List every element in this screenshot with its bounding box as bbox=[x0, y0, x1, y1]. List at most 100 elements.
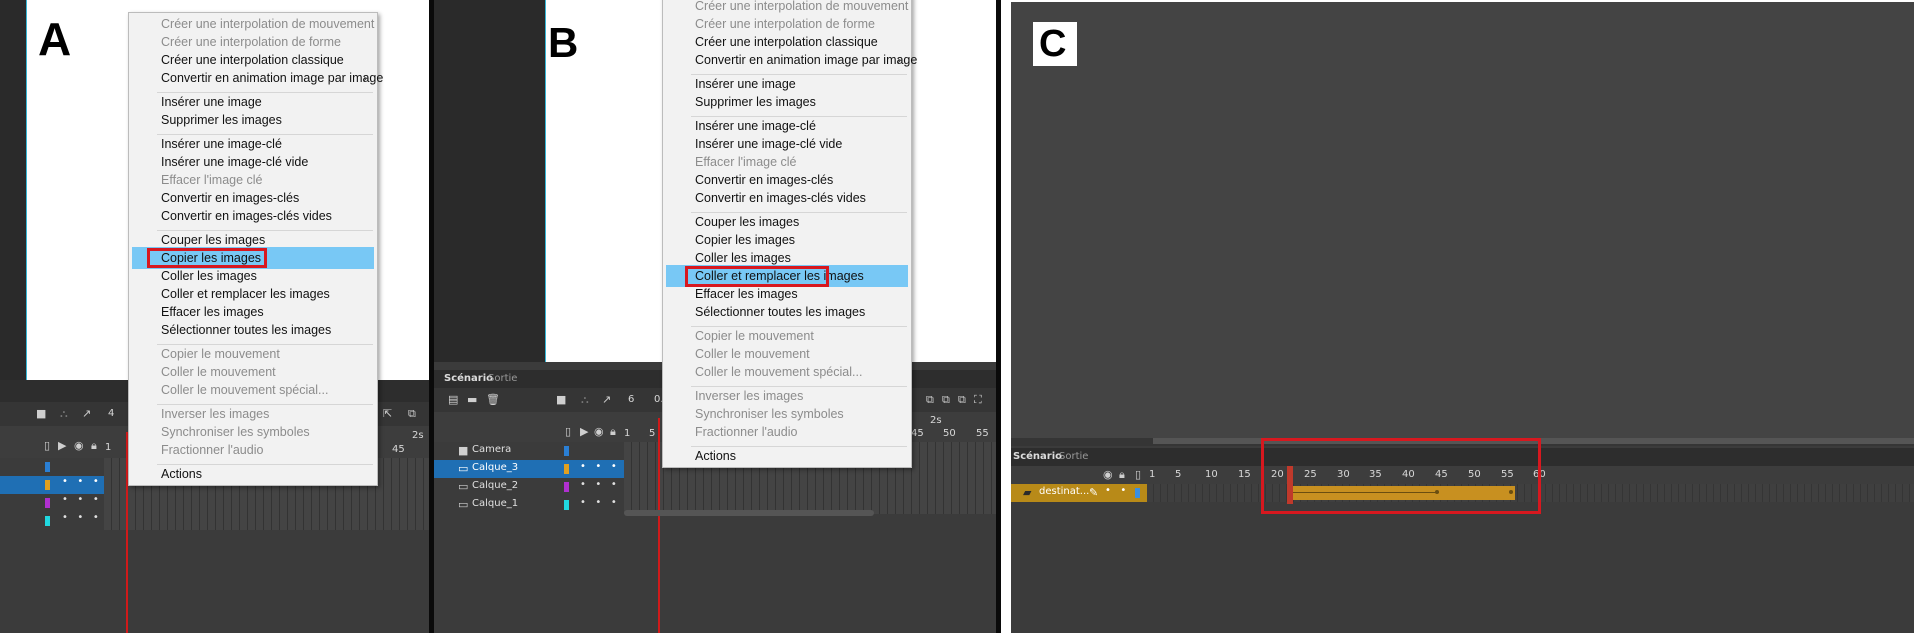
layer-color bbox=[45, 480, 50, 490]
stage-left-margin bbox=[0, 0, 26, 380]
lock-icon[interactable]: 🔒︎ bbox=[91, 440, 97, 451]
layer-row-selected[interactable]: ▭ Calque_3 • • • bbox=[434, 460, 624, 478]
outline-icon[interactable]: ▯ bbox=[1135, 469, 1141, 480]
layer-name: Calque_1 bbox=[472, 498, 519, 509]
layer-color bbox=[564, 446, 569, 456]
camera-icon[interactable]: ▶ bbox=[58, 440, 66, 451]
menu-item-convert-to-blank-keyframes[interactable]: Convertir en images-clés vides bbox=[663, 187, 911, 209]
outline-icon[interactable]: ▯ bbox=[44, 440, 50, 451]
onion-skin-icon[interactable]: ⧉ bbox=[926, 394, 934, 405]
eye-icon[interactable]: ◉ bbox=[594, 426, 604, 437]
menu-item-remove-frames[interactable]: Supprimer les images bbox=[129, 109, 377, 131]
lock-icon[interactable]: 🔒︎ bbox=[610, 426, 616, 437]
panel-label: A bbox=[38, 13, 72, 65]
frame-number: 4 bbox=[108, 408, 115, 419]
panel-label: B bbox=[548, 19, 579, 66]
panel-label: C bbox=[1039, 23, 1067, 65]
chevron-right-icon: › bbox=[363, 71, 367, 85]
ruler-frame-5: 5 bbox=[1175, 469, 1182, 480]
layer-color bbox=[564, 464, 569, 474]
layer-icon: ▭ bbox=[458, 498, 469, 511]
camera-icon[interactable]: ▶ bbox=[580, 426, 588, 437]
ruler-time-2s: 2s bbox=[412, 430, 424, 441]
tab-scenario[interactable]: Scénario bbox=[444, 373, 493, 384]
layer-row[interactable]: ▭ Calque_1 • • • bbox=[434, 496, 624, 514]
onion-skin-outline-icon[interactable]: ⧉ bbox=[942, 394, 950, 405]
ruler-frame-1: 1 bbox=[624, 428, 631, 439]
edit-multiple-icon[interactable]: ⧉ bbox=[958, 394, 966, 405]
frame-number: 6 bbox=[628, 394, 635, 405]
highlight-box bbox=[147, 248, 267, 268]
playhead[interactable] bbox=[658, 418, 660, 633]
layer-color bbox=[564, 500, 569, 510]
menu-item-label: Convertir en animation image par image bbox=[695, 53, 918, 67]
layer-name: Calque_2 bbox=[472, 480, 519, 491]
menu-item-paste-motion-special: Coller le mouvement spécial... bbox=[161, 383, 329, 397]
layer-row[interactable]: ▭ Calque_2 • • • bbox=[434, 478, 624, 496]
onion-skin-icon[interactable]: ⧉ bbox=[408, 408, 416, 419]
ruler-frame-1: 1 bbox=[105, 442, 112, 453]
graph-icon[interactable]: ↗ bbox=[602, 394, 611, 405]
menu-item-convert-frame-by-frame[interactable]: Convertir en animation image par image › bbox=[663, 49, 917, 71]
folder-icon[interactable]: ▬ bbox=[467, 394, 477, 405]
layer-name: Calque_3 bbox=[472, 462, 519, 473]
ruler-frame-45: 45 bbox=[392, 444, 405, 455]
panel-c: C Scénario Sortie ◉ 🔒︎ ▯ 1 5 10 15 20 25… bbox=[1001, 0, 1914, 633]
menu-item-convert-frame-by-frame[interactable]: Convertir en animation image par image › bbox=[129, 67, 383, 89]
layer-icon: ▰ bbox=[1023, 486, 1032, 499]
layer-color bbox=[45, 516, 50, 526]
tab-sortie[interactable]: Sortie bbox=[488, 373, 517, 384]
menu-item-paste-motion-special: Coller le mouvement spécial... bbox=[695, 365, 863, 379]
layer-name: destinat... bbox=[1039, 486, 1090, 497]
lock-icon[interactable]: 🔒︎ bbox=[1119, 469, 1125, 480]
ruler-frame-10: 10 bbox=[1205, 469, 1218, 480]
eye-icon[interactable]: ◉ bbox=[1103, 469, 1113, 480]
graph-icon[interactable]: ↗ bbox=[82, 408, 91, 419]
camera-layer-icon: ■ bbox=[458, 444, 469, 457]
panel-a: A ■ ⛬ ↗ 4 ⇱ ⧉ ▯ ▶ ◉ 🔒︎ 1 2s 45 • • • • •… bbox=[0, 0, 430, 633]
menu-item-label: Convertir en animation image par image bbox=[161, 71, 384, 85]
layer-parenting-icon[interactable]: ⛬ bbox=[581, 394, 589, 405]
layer-color bbox=[564, 482, 569, 492]
layer-parenting-icon[interactable]: ⛬ bbox=[60, 408, 68, 419]
menu-item-convert-to-blank-keyframes[interactable]: Convertir en images-clés vides bbox=[129, 205, 377, 227]
layer-icon: ▭ bbox=[458, 480, 469, 493]
tab-scenario[interactable]: Scénario bbox=[1013, 451, 1062, 462]
outline-icon[interactable]: ▯ bbox=[565, 426, 571, 437]
menu-item-actions[interactable]: Actions bbox=[663, 445, 911, 467]
layer-icon: ▭ bbox=[458, 462, 469, 475]
layer-color bbox=[45, 498, 50, 508]
ruler-frame-5: 5 bbox=[649, 428, 656, 439]
menu-item-remove-frames[interactable]: Supprimer les images bbox=[663, 91, 911, 113]
ruler-time-2s: 2s bbox=[930, 415, 942, 426]
new-layer-icon[interactable]: ▤ bbox=[448, 394, 458, 405]
menu-item-select-all-frames[interactable]: Sélectionner toutes les images bbox=[663, 301, 911, 323]
timeline-scrollbar[interactable] bbox=[624, 510, 874, 516]
layer-row-selected[interactable]: ▰ destinat... ✎ • • bbox=[1011, 484, 1147, 502]
export-icon[interactable]: ⇱ bbox=[383, 408, 392, 419]
pencil-icon[interactable]: ✎ bbox=[1089, 487, 1098, 498]
menu-item-split-audio: Fractionner l'audio bbox=[161, 443, 264, 457]
ruler-frame-1: 1 bbox=[1149, 469, 1156, 480]
highlight-box bbox=[685, 266, 829, 287]
stage-left-margin bbox=[434, 0, 545, 362]
eye-icon[interactable]: ◉ bbox=[74, 440, 84, 451]
ruler-frame-45: 45 bbox=[911, 428, 924, 439]
menu-item-actions[interactable]: Actions bbox=[129, 463, 377, 485]
highlight-box bbox=[1261, 438, 1541, 514]
tab-sortie[interactable]: Sortie bbox=[1059, 451, 1088, 462]
layer-row-selected[interactable]: • • • bbox=[0, 476, 104, 494]
ruler-frame-15: 15 bbox=[1238, 469, 1251, 480]
menu-item-select-all-frames[interactable]: Sélectionner toutes les images bbox=[129, 319, 377, 341]
layer-color bbox=[45, 462, 50, 472]
context-menu: Créer une interpolation de mouvement Cré… bbox=[662, 0, 917, 468]
trash-icon[interactable]: 🗑︎ bbox=[486, 394, 500, 405]
camera-icon[interactable]: ■ bbox=[36, 408, 46, 419]
layer-row[interactable]: ■ Camera bbox=[434, 442, 624, 460]
fit-icon[interactable]: ⛶ bbox=[974, 394, 982, 405]
panel-b: B Scénario Sortie ▤ ▬ 🗑︎ ■ ⛬ ↗ 6 0. ⧉ ⧉ … bbox=[434, 0, 996, 633]
camera-icon[interactable]: ■ bbox=[556, 394, 566, 405]
menu-item-split-audio: Fractionner l'audio bbox=[695, 425, 798, 439]
chevron-right-icon: › bbox=[897, 53, 901, 67]
layer-name: Camera bbox=[472, 444, 512, 455]
